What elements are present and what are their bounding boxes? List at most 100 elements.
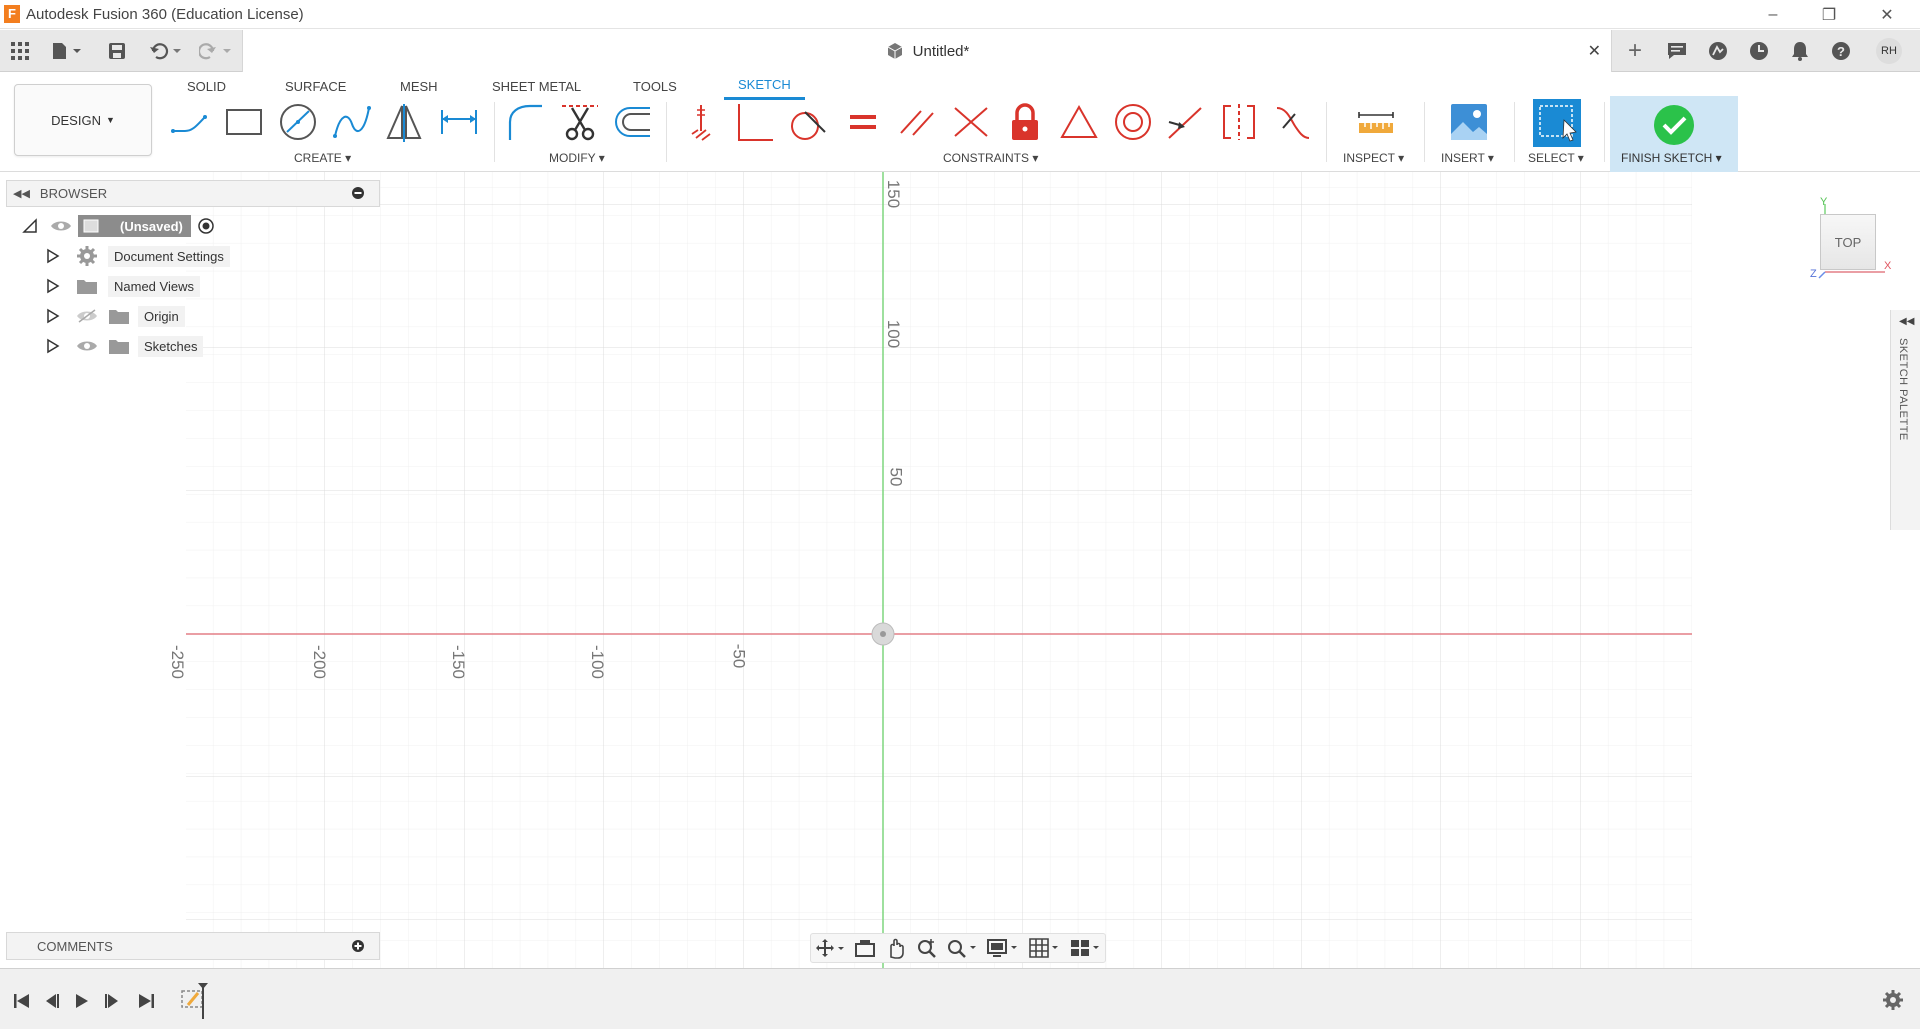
midpoint-constraint-icon[interactable]: [1059, 102, 1099, 142]
display-settings-icon[interactable]: [987, 937, 1019, 959]
root-component-label[interactable]: (Unsaved): [78, 215, 191, 237]
expand-triangle-icon[interactable]: [46, 308, 60, 324]
timeline-sketch-feature[interactable]: [180, 983, 216, 1028]
coincident-constraint-icon[interactable]: [735, 102, 775, 142]
pan-hand-icon[interactable]: [885, 937, 907, 959]
browser-item-sketches[interactable]: Sketches: [46, 333, 204, 359]
tab-sheet-metal[interactable]: SHEET METAL: [492, 72, 581, 100]
history-clock-icon[interactable]: [1744, 36, 1774, 66]
line-tool-icon[interactable]: [170, 102, 210, 142]
browser-minimize-icon[interactable]: [351, 186, 365, 203]
minimize-button[interactable]: –: [1744, 0, 1802, 29]
view-cube[interactable]: TOP: [1820, 214, 1876, 270]
concentric-constraint-icon[interactable]: [1113, 102, 1153, 142]
browser-item-document-settings[interactable]: Document Settings: [46, 243, 230, 269]
collapse-panel-icon[interactable]: ◀◀: [13, 187, 30, 200]
viewports-icon[interactable]: [1069, 937, 1101, 959]
hidden-eye-icon[interactable]: [76, 308, 98, 324]
mirror-tool-icon[interactable]: [384, 102, 424, 142]
symmetry-constraint-icon[interactable]: [1219, 102, 1259, 142]
job-status-icon[interactable]: [1662, 36, 1692, 66]
collinear-constraint-icon[interactable]: [1165, 102, 1205, 142]
equal-constraint-icon[interactable]: [843, 102, 883, 142]
go-to-start-icon[interactable]: [10, 991, 34, 1011]
browser-item-named-views[interactable]: Named Views: [46, 273, 200, 299]
offset-tool-icon[interactable]: [614, 102, 654, 142]
activate-radio-icon[interactable]: [197, 217, 215, 235]
toolbar-divider: [494, 102, 495, 162]
parallel-constraint-icon[interactable]: [897, 102, 937, 142]
expand-triangle-icon[interactable]: [46, 338, 60, 354]
tab-sketch[interactable]: SKETCH: [724, 72, 805, 100]
select-menu[interactable]: SELECT ▾: [1528, 151, 1584, 165]
step-back-icon[interactable]: [40, 991, 64, 1011]
tab-surface[interactable]: SURFACE: [285, 72, 346, 100]
document-tab[interactable]: Untitled* ✕: [242, 30, 1612, 72]
visibility-eye-icon[interactable]: [50, 218, 72, 234]
workspace-switcher[interactable]: DESIGN ▼: [14, 84, 152, 156]
undo-icon[interactable]: [146, 36, 186, 66]
inspect-menu[interactable]: INSPECT ▾: [1343, 151, 1404, 165]
circle-tool-icon[interactable]: [278, 102, 318, 142]
tangent-constraint-icon[interactable]: [787, 102, 827, 142]
expand-triangle-icon[interactable]: [46, 248, 60, 264]
title-bar: F Autodesk Fusion 360 (Education License…: [0, 0, 1920, 29]
notifications-bell-icon[interactable]: [1785, 36, 1815, 66]
measure-tool-icon[interactable]: [1356, 102, 1396, 142]
browser-panel-header[interactable]: ◀◀ BROWSER: [6, 180, 380, 207]
fit-zoom-icon[interactable]: [946, 937, 978, 959]
horizontal-vertical-constraint-icon[interactable]: [681, 102, 721, 142]
save-icon[interactable]: [104, 36, 130, 66]
expand-triangle-icon[interactable]: [46, 278, 60, 294]
tab-mesh[interactable]: MESH: [400, 72, 438, 100]
sketch-canvas[interactable]: -250 -200 -150 -100 -50 150 100 50: [168, 172, 1692, 968]
tab-tools[interactable]: TOOLS: [633, 72, 677, 100]
collapse-triangle-icon[interactable]: [22, 218, 38, 234]
browser-item-origin[interactable]: Origin: [46, 303, 185, 329]
look-at-icon[interactable]: [854, 938, 876, 958]
go-to-end-icon[interactable]: [134, 991, 158, 1011]
tab-solid[interactable]: SOLID: [187, 72, 226, 100]
extensions-icon[interactable]: [1703, 36, 1733, 66]
zoom-icon[interactable]: [916, 937, 938, 959]
restore-button[interactable]: ❐: [1800, 0, 1858, 29]
insert-image-icon[interactable]: [1449, 102, 1489, 142]
visibility-eye-icon[interactable]: [76, 338, 98, 354]
rectangle-tool-icon[interactable]: [224, 102, 264, 142]
new-tab-icon[interactable]: +: [1620, 36, 1650, 66]
file-menu-icon[interactable]: [48, 36, 84, 66]
redo-icon[interactable]: [196, 36, 236, 66]
grid-settings-icon[interactable]: [1028, 937, 1060, 959]
comments-panel-header[interactable]: COMMENTS: [6, 932, 380, 960]
step-forward-icon[interactable]: [100, 991, 124, 1011]
constraints-menu[interactable]: CONSTRAINTS ▾: [943, 151, 1038, 165]
help-icon[interactable]: ?: [1826, 36, 1856, 66]
finish-sketch-label: FINISH SKETCH ▾: [1621, 151, 1722, 165]
grid-menu-icon[interactable]: [8, 36, 32, 66]
add-comment-icon[interactable]: [351, 939, 365, 956]
browser-root-item[interactable]: (Unsaved): [22, 213, 215, 239]
fusion-logo-icon: F: [4, 5, 20, 23]
toolbar-divider: [666, 102, 667, 162]
sketch-palette-tab[interactable]: ◀◀ SKETCH PALETTE: [1890, 310, 1920, 530]
perpendicular-constraint-icon[interactable]: [951, 102, 991, 142]
fillet-tool-icon[interactable]: [506, 102, 546, 142]
fix-lock-constraint-icon[interactable]: [1005, 102, 1045, 142]
dimension-tool-icon[interactable]: [439, 102, 479, 142]
create-menu[interactable]: CREATE ▾: [294, 151, 351, 165]
play-icon[interactable]: [70, 991, 94, 1011]
select-tool-icon[interactable]: [1532, 98, 1582, 148]
expand-panel-icon[interactable]: ◀◀: [1899, 316, 1914, 327]
insert-menu[interactable]: INSERT ▾: [1441, 151, 1494, 165]
user-avatar[interactable]: RH: [1876, 38, 1902, 64]
close-window-button[interactable]: ✕: [1858, 0, 1916, 29]
modify-menu[interactable]: MODIFY ▾: [549, 151, 605, 165]
ribbon-toolbar: DESIGN ▼ SOLID SURFACE MESH SHEET METAL …: [0, 72, 1920, 172]
timeline-settings-gear-icon[interactable]: [1882, 989, 1904, 1016]
spline-tool-icon[interactable]: [332, 102, 372, 142]
trim-tool-icon[interactable]: [560, 102, 600, 142]
orbit-icon[interactable]: [815, 938, 845, 958]
close-tab-icon[interactable]: ✕: [1588, 41, 1601, 61]
curvature-constraint-icon[interactable]: [1273, 102, 1313, 142]
finish-sketch-button[interactable]: FINISH SKETCH ▾: [1610, 96, 1738, 172]
